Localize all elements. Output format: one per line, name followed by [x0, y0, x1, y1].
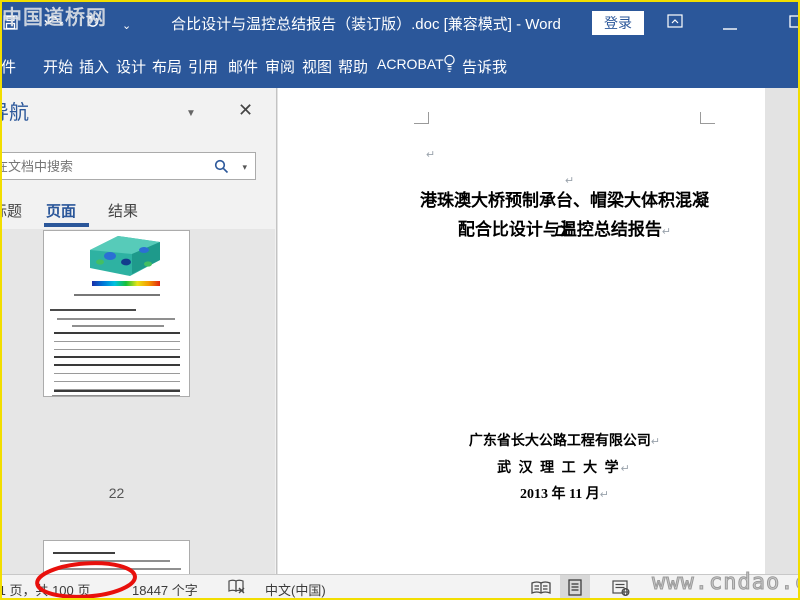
nav-options-chevron-down-icon[interactable]: ▼: [186, 108, 196, 119]
university-name: 武 汉 理 工 大 学↵: [497, 461, 632, 476]
page-count-indicator[interactable]: 第 1 页，共 100 页: [0, 580, 90, 599]
text-line: [60, 560, 170, 562]
section-heading-line: [53, 552, 115, 554]
nav-tab-active-underline: [44, 223, 89, 227]
margin-corner-mark: [700, 112, 715, 124]
tab-layout[interactable]: 布局: [152, 56, 182, 77]
text-line: [57, 318, 175, 320]
navigation-pane-title: 导航: [0, 102, 29, 124]
figure-caption-line: [74, 294, 160, 296]
pilcrow-mark: ↵: [620, 463, 632, 475]
company-name: 广东省长大公路工程有限公司↵: [468, 434, 661, 449]
word-count-indicator[interactable]: 18447 个字: [132, 580, 198, 599]
nav-tab-results[interactable]: 结果: [108, 200, 138, 221]
tab-review[interactable]: 审阅: [265, 56, 295, 77]
document-title-line2: 配合比设计与温控总结报告↵: [457, 220, 672, 239]
sign-in-button[interactable]: 登录: [592, 11, 644, 35]
tell-me-label[interactable]: 告诉我: [462, 56, 507, 77]
ribbon-tab-row: 文件 开始 插入 设计 布局 引用 邮件 审阅 视图 帮助 ACROBAT 告诉…: [0, 44, 800, 88]
status-bar: 第 1 页，共 100 页 18447 个字 中文(中国): [0, 574, 800, 600]
nav-tab-headings[interactable]: 标题: [0, 200, 22, 221]
document-view: ↵ ↵ 港珠澳大桥预制承台、帽梁大体积混凝土 配合比设计与温控总结报告↵ 广东省…: [277, 88, 800, 574]
maximize-button[interactable]: [789, 15, 800, 33]
section-heading-line: [50, 309, 136, 311]
tab-references[interactable]: 引用: [188, 56, 218, 77]
minimize-button[interactable]: [722, 18, 738, 36]
tab-acrobat[interactable]: ACROBAT: [377, 56, 444, 72]
read-mode-button[interactable]: [526, 575, 556, 600]
pilcrow-mark: ↵: [650, 436, 661, 448]
pilcrow-mark: ↵: [661, 226, 672, 238]
document-search-box[interactable]: ▾: [0, 152, 256, 180]
search-icon[interactable]: [214, 159, 229, 179]
window-title: 合比设计与温控总结报告（装订版）.doc [兼容模式] - Word: [171, 16, 561, 33]
tab-design[interactable]: 设计: [116, 56, 146, 77]
report-date: 2013 年 11 月↵: [520, 487, 609, 502]
language-indicator[interactable]: 中文(中国): [265, 580, 326, 599]
tab-home[interactable]: 开始: [43, 56, 73, 77]
text-line: [72, 325, 164, 327]
page-thumbnail-22[interactable]: [43, 230, 190, 397]
ribbon-display-options-icon[interactable]: [667, 14, 683, 33]
pilcrow-mark: ↵: [426, 149, 436, 161]
thumbnail-table: [54, 364, 180, 392]
margin-corner-mark: [414, 112, 429, 124]
search-options-caret-icon[interactable]: ▾: [242, 162, 247, 173]
document-page[interactable]: ↵ ↵ 港珠澳大桥预制承台、帽梁大体积混凝土 配合比设计与温控总结报告↵ 广东省…: [278, 88, 765, 574]
save-icon[interactable]: [3, 15, 18, 33]
navigation-pane: 导航 ▼ ✕ ▾ 标题 页面 结果: [0, 88, 277, 574]
page-thumbnails-panel: 22: [0, 229, 275, 574]
thumbnail-table: [54, 332, 180, 358]
web-layout-button[interactable]: [606, 575, 636, 600]
tab-view[interactable]: 视图: [302, 56, 332, 77]
tab-mailings[interactable]: 邮件: [228, 56, 258, 77]
vertical-scrollbar[interactable]: [765, 88, 800, 574]
lightbulb-icon: [443, 54, 456, 77]
text-line: [52, 395, 180, 396]
pilcrow-mark: ↵: [599, 489, 609, 501]
tab-file[interactable]: 文件: [0, 56, 16, 77]
page-thumbnail-next[interactable]: [43, 540, 190, 574]
nav-close-icon[interactable]: ✕: [238, 100, 253, 121]
proofing-errors-icon[interactable]: [228, 579, 246, 598]
figure-colorbar: [92, 281, 160, 286]
nav-tab-pages[interactable]: 页面: [46, 200, 76, 221]
thermal-analysis-figure: [90, 236, 160, 276]
tab-help[interactable]: 帮助: [338, 56, 368, 77]
thumbnail-page-number: 22: [108, 485, 125, 501]
print-layout-button[interactable]: [560, 575, 590, 600]
title-bar: ↶▾ ↻ ⌄ 合比设计与温控总结报告（装订版）.doc [兼容模式] - Wor…: [0, 0, 800, 44]
tab-insert[interactable]: 插入: [79, 56, 109, 77]
